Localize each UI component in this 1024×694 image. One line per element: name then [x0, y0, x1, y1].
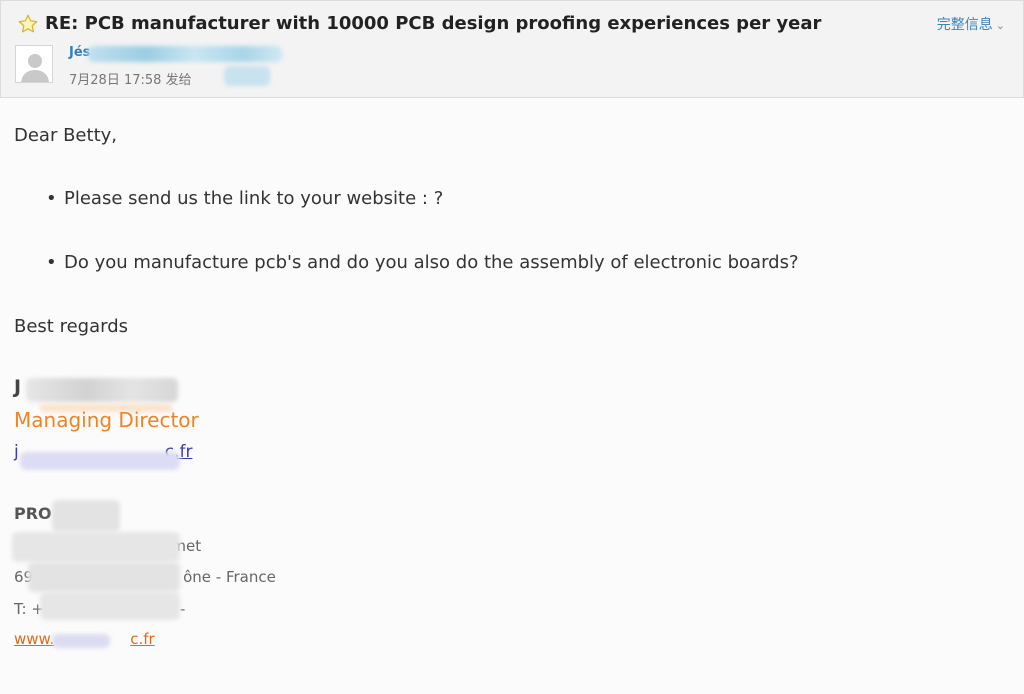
signature-company: PRO [14, 504, 52, 523]
closing: Best regards [14, 316, 129, 337]
website-end[interactable]: c.fr [130, 630, 154, 648]
avatar [15, 45, 53, 83]
address2-end: ône - France [183, 568, 276, 586]
bullet-item-pcb: Do you manufacture pcb's and do you also… [64, 252, 799, 273]
redacted-address-1 [12, 532, 180, 562]
bullet-marker: • [46, 252, 57, 273]
default-user-avatar-icon [21, 54, 49, 82]
signature-name: J [14, 376, 22, 398]
website-start[interactable]: www. [14, 630, 54, 648]
full-info-link[interactable]: 完整信息 ⌄ [937, 14, 1005, 34]
email-subject: RE: PCB manufacturer with 10000 PCB desi… [45, 13, 822, 34]
bullet-marker: • [46, 188, 57, 209]
email-date: 7月28日 17:58 [69, 73, 162, 88]
redacted-recipient [224, 66, 270, 86]
redacted-company [52, 500, 120, 532]
email-meta: 7月28日 17:58 发给 [69, 69, 192, 88]
sent-to-label: 发给 [165, 73, 192, 88]
redacted-website [52, 634, 110, 648]
redacted-email [20, 452, 180, 470]
bullet-item-website: Please send us the link to your website … [64, 188, 444, 209]
chevron-down-icon[interactable]: ⌄ [996, 19, 1005, 32]
full-info-label[interactable]: 完整信息 [937, 17, 993, 33]
redacted-name [26, 378, 178, 402]
email-start[interactable]: j [14, 442, 19, 462]
phone-end: - [179, 600, 186, 618]
signature-title: Managing Director [14, 408, 199, 432]
star-icon[interactable] [17, 13, 39, 35]
redacted-phone [40, 592, 180, 620]
redacted-sender [88, 46, 282, 62]
greeting: Dear Betty, [14, 125, 117, 146]
redacted-address-2 [28, 562, 180, 592]
